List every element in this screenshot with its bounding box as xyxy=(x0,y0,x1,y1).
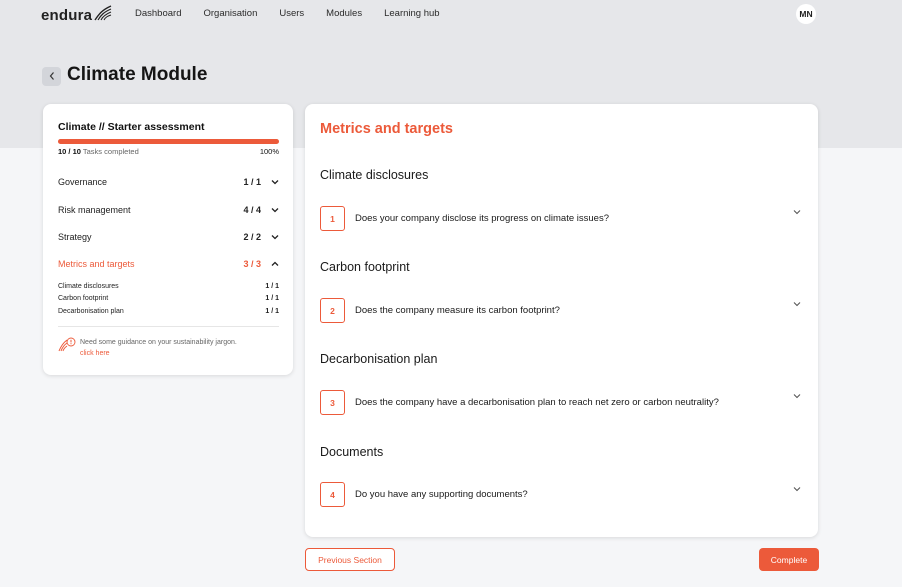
section-label: Governance xyxy=(58,177,108,187)
section-count: 3 / 3 xyxy=(243,259,261,269)
question-row[interactable]: 1 Does your company disclose its progres… xyxy=(320,206,803,231)
questions-card: Metrics and targets Climate disclosures … xyxy=(305,104,818,537)
group-title: Carbon footprint xyxy=(320,260,410,274)
progress-label: 10 / 10 Tasks completed xyxy=(58,147,139,156)
question-number: 1 xyxy=(320,206,345,231)
tasks-done-count: 10 / 10 xyxy=(58,147,81,156)
question-row[interactable]: 4 Do you have any supporting documents? xyxy=(320,482,803,507)
logo-mark-icon xyxy=(93,4,113,27)
section-metrics-and-targets[interactable]: Metrics and targets 3 / 3 xyxy=(58,256,279,272)
user-avatar[interactable]: MN xyxy=(796,4,816,24)
chevron-down-icon[interactable] xyxy=(792,480,802,492)
top-nav-bar: endura Dashboard Organisation Users Modu… xyxy=(0,0,902,28)
tasks-label: Tasks completed xyxy=(82,147,139,156)
question-number: 4 xyxy=(320,482,345,507)
chevron-down-icon xyxy=(271,178,279,186)
question-text: Does your company disclose its progress … xyxy=(355,213,609,224)
question-text: Does the company measure its carbon foot… xyxy=(355,305,560,316)
question-text: Does the company have a decarbonisation … xyxy=(355,397,719,408)
subsection-count: 1 / 1 xyxy=(265,308,279,315)
chevron-down-icon[interactable] xyxy=(792,295,802,307)
progress-percent: 100% xyxy=(259,147,279,156)
main-nav: Dashboard Organisation Users Modules Lea… xyxy=(135,8,462,19)
section-heading: Metrics and targets xyxy=(320,121,453,137)
chevron-down-icon[interactable] xyxy=(792,203,802,215)
assessment-title: Climate // Starter assessment xyxy=(58,121,205,133)
group-title: Documents xyxy=(320,445,384,459)
subsection-count: 1 / 1 xyxy=(265,283,279,290)
chevron-up-icon xyxy=(271,260,279,268)
subsection-item[interactable]: Decarbonisation plan 1 / 1 xyxy=(58,308,279,315)
section-governance[interactable]: Governance 1 / 1 xyxy=(58,174,279,190)
section-label: Metrics and targets xyxy=(58,259,135,269)
page-title: Climate Module xyxy=(67,64,208,85)
subsection-label: Climate disclosures xyxy=(58,283,119,290)
subsection-label: Decarbonisation plan xyxy=(58,308,124,315)
group-title: Climate disclosures xyxy=(320,168,429,182)
divider xyxy=(58,326,279,327)
complete-button[interactable]: Complete xyxy=(759,548,819,571)
question-number: 2 xyxy=(320,298,345,323)
subsection-label: Carbon footprint xyxy=(58,295,109,302)
question-number: 3 xyxy=(320,390,345,415)
chevron-down-icon[interactable] xyxy=(792,387,802,399)
section-count: 1 / 1 xyxy=(243,177,261,187)
section-strategy[interactable]: Strategy 2 / 2 xyxy=(58,229,279,245)
guidance-text: Need some guidance on your sustainabilit… xyxy=(80,339,237,346)
logo-text: endura xyxy=(41,7,93,24)
subsection-count: 1 / 1 xyxy=(265,295,279,302)
subsection-item[interactable]: Climate disclosures 1 / 1 xyxy=(58,283,279,290)
section-label: Risk management xyxy=(58,205,131,215)
section-label: Strategy xyxy=(58,232,92,242)
section-count: 2 / 2 xyxy=(243,232,261,242)
question-text: Do you have any supporting documents? xyxy=(355,489,528,500)
info-icon xyxy=(58,337,76,359)
progress-bar xyxy=(58,139,279,144)
chevron-down-icon xyxy=(271,206,279,214)
section-count: 4 / 4 xyxy=(243,205,261,215)
back-button[interactable] xyxy=(42,67,61,86)
previous-section-button[interactable]: Previous Section xyxy=(305,548,395,571)
chevron-left-icon xyxy=(48,68,56,86)
assessment-progress-card: Climate // Starter assessment 10 / 10 Ta… xyxy=(43,104,293,375)
section-risk-management[interactable]: Risk management 4 / 4 xyxy=(58,202,279,218)
nav-learning-hub[interactable]: Learning hub xyxy=(384,8,439,19)
nav-organisation[interactable]: Organisation xyxy=(203,8,257,19)
question-row[interactable]: 3 Does the company have a decarbonisatio… xyxy=(320,390,803,415)
nav-modules[interactable]: Modules xyxy=(326,8,362,19)
progress-bar-fill xyxy=(58,139,279,144)
guidance-note: Need some guidance on your sustainabilit… xyxy=(58,337,237,359)
subsection-item[interactable]: Carbon footprint 1 / 1 xyxy=(58,295,279,302)
question-row[interactable]: 2 Does the company measure its carbon fo… xyxy=(320,298,803,323)
logo[interactable]: endura xyxy=(41,4,113,27)
group-title: Decarbonisation plan xyxy=(320,352,438,366)
nav-users[interactable]: Users xyxy=(279,8,304,19)
chevron-down-icon xyxy=(271,233,279,241)
guidance-link[interactable]: click here xyxy=(80,350,110,357)
nav-dashboard[interactable]: Dashboard xyxy=(135,8,181,19)
